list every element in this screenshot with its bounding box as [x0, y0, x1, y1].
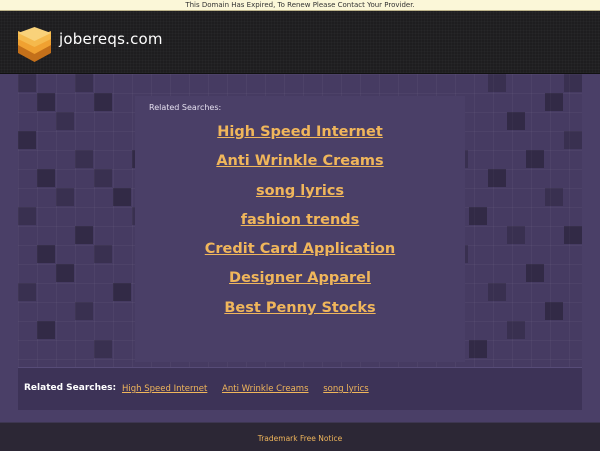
- search-link-anti-wrinkle-creams[interactable]: Anti Wrinkle Creams: [135, 149, 465, 178]
- page-footer: Trademark Free Notice: [0, 422, 600, 451]
- search-link-best-penny-stocks[interactable]: Best Penny Stocks: [135, 296, 465, 325]
- search-link-fashion-trends[interactable]: fashion trends: [135, 208, 465, 237]
- bottom-related-links: High Speed Internet Anti Wrinkle Creams …: [122, 384, 381, 394]
- stacked-layers-logo-icon: [18, 27, 51, 62]
- bottom-related-bar: Related Searches: High Speed Internet An…: [18, 367, 582, 410]
- related-searches-heading: Related Searches:: [149, 103, 222, 112]
- trademark-notice-link[interactable]: Trademark Free Notice: [0, 434, 600, 443]
- related-searches-list: High Speed Internet Anti Wrinkle Creams …: [135, 120, 465, 325]
- site-name: jobereqs.com: [59, 30, 163, 48]
- search-link-high-speed-internet[interactable]: High Speed Internet: [135, 120, 465, 149]
- bottom-link-high-speed-internet[interactable]: High Speed Internet: [122, 384, 207, 394]
- domain-expired-notice: This Domain Has Expired, To Renew Please…: [0, 0, 600, 11]
- bottom-link-anti-wrinkle-creams[interactable]: Anti Wrinkle Creams: [222, 384, 308, 394]
- search-link-credit-card-application[interactable]: Credit Card Application: [135, 237, 465, 266]
- bottom-related-label: Related Searches:: [24, 383, 117, 393]
- search-link-song-lyrics[interactable]: song lyrics: [135, 179, 465, 208]
- bottom-link-song-lyrics[interactable]: song lyrics: [323, 384, 368, 394]
- site-header: jobereqs.com: [0, 11, 600, 74]
- search-link-designer-apparel[interactable]: Designer Apparel: [135, 266, 465, 295]
